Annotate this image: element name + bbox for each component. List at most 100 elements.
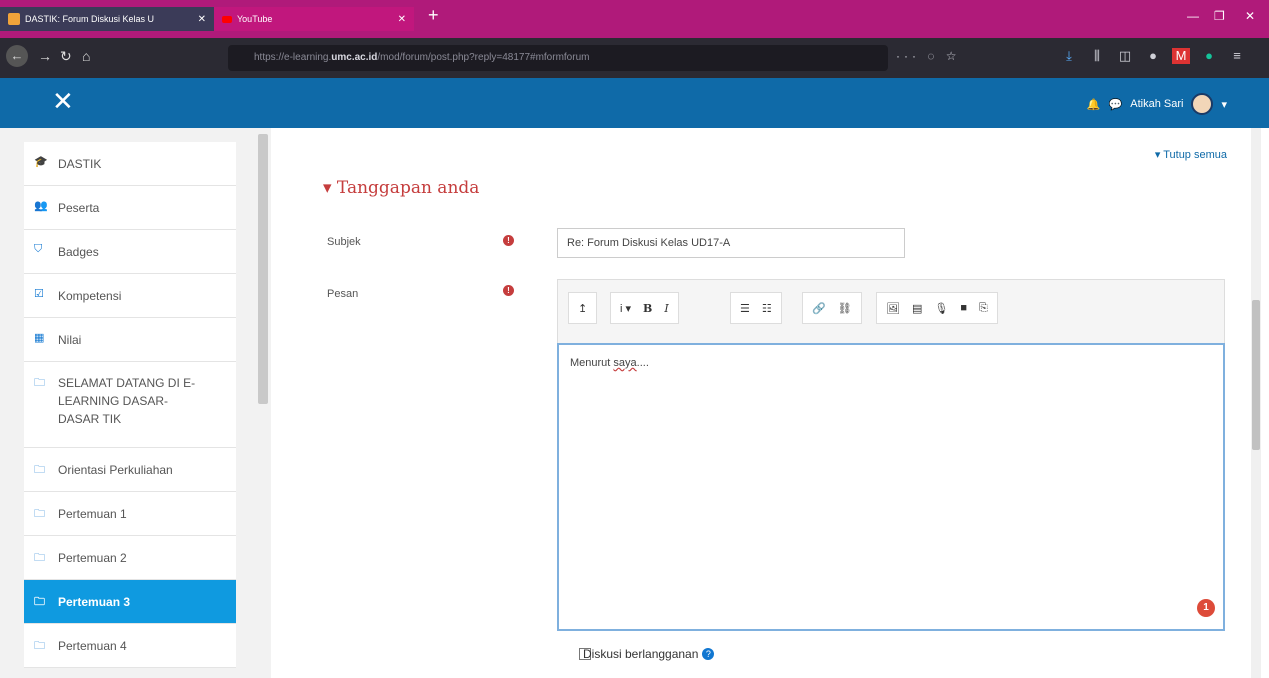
sidebar-item-selamat-datang[interactable]: 🗀 SELAMAT DATANG DI E-LEARNING DASAR-DASA…: [24, 362, 236, 448]
folder-icon: 🗀: [34, 552, 45, 564]
close-window-icon[interactable]: ✕: [1245, 9, 1255, 23]
video-icon[interactable]: ■: [960, 302, 967, 314]
tab-youtube[interactable]: YouTube ✕: [214, 7, 414, 31]
page-actions[interactable]: ··· ◌ ☆: [896, 49, 961, 63]
help-icon[interactable]: ?: [702, 648, 715, 660]
sidebar-item-label: DASTIK: [58, 157, 102, 171]
sidebar-item-badges[interactable]: ⛉ Badges: [24, 230, 236, 274]
close-drawer-button[interactable]: ✕: [52, 86, 74, 116]
sidebar-item-kompetensi[interactable]: ☑ Kompetensi: [24, 274, 236, 318]
sidebar-item-label: Pertemuan 3: [58, 595, 131, 609]
browser-tab-bar: DASTIK: Forum Diskusi Kelas U ✕ YouTube …: [0, 0, 1269, 38]
ordered-list-icon[interactable]: ☷: [762, 302, 772, 315]
sidebar-item-label: Nilai: [58, 333, 82, 347]
course-nav-list: 🎓 DASTIK 👥 Peserta ⛉ Badges ☑ Kompetensi ▦ Ni…: [24, 142, 236, 668]
users-icon: 👥: [34, 200, 48, 212]
message-text: Menurut: [570, 357, 614, 369]
address-bar[interactable]: https://e-learning.umc.ac.id/mod/forum/p…: [228, 45, 888, 71]
message-label: Pesan: [327, 288, 359, 300]
table-icon: ▦: [34, 332, 45, 344]
grammar-badge[interactable]: 1: [1197, 599, 1215, 617]
sidebar-item-peserta[interactable]: 👥 Peserta: [24, 186, 236, 230]
folder-icon: 🗀: [34, 640, 45, 652]
folder-icon: 🗀: [34, 464, 45, 476]
nav-drawer: 🎓 DASTIK 👥 Peserta ⛉ Badges ☑ Kompetensi ▦ Ni…: [0, 128, 271, 678]
moodle-favicon-icon: [8, 13, 20, 25]
required-icon: !: [503, 235, 514, 246]
extension-icon[interactable]: ●: [1144, 48, 1162, 64]
reload-icon[interactable]: ↻: [60, 48, 72, 65]
unordered-list-icon[interactable]: ☰: [740, 302, 750, 315]
menu-icon[interactable]: ≡: [1228, 48, 1246, 64]
new-tab-button[interactable]: +: [428, 5, 439, 26]
italic-icon[interactable]: I: [664, 302, 668, 315]
graduation-cap-icon: 🎓: [34, 156, 48, 168]
url-domain: umc.ac.id: [331, 52, 378, 63]
sidebar-scrollbar[interactable]: [258, 134, 268, 404]
subject-input[interactable]: Re: Forum Diskusi Kelas UD17-A: [557, 228, 905, 258]
site-header: [0, 78, 1269, 128]
tab-dastik[interactable]: DASTIK: Forum Diskusi Kelas U ✕: [0, 7, 214, 31]
folder-icon: 🗀: [34, 508, 45, 520]
chevron-down-icon[interactable]: ▾: [1221, 98, 1227, 111]
home-icon[interactable]: ⌂: [82, 48, 90, 64]
sidebar-item-label: Pertemuan 1: [58, 507, 127, 521]
section-title[interactable]: ▾ Tanggapan anda: [323, 178, 479, 198]
sidebar-item-label: Peserta: [58, 201, 100, 215]
notification-icon[interactable]: 🔔: [1087, 98, 1101, 111]
maximize-icon[interactable]: ❐: [1214, 9, 1225, 23]
media-icon[interactable]: ▤: [912, 302, 922, 315]
collapse-all-link[interactable]: ▾ Tutup semua: [1155, 148, 1227, 161]
sidebar-item-label: Pertemuan 2: [58, 551, 127, 565]
subscribe-label[interactable]: Diskusi berlangganan: [583, 647, 698, 661]
sidebar-icon[interactable]: ◫: [1116, 48, 1134, 64]
download-icon[interactable]: ⤓: [1060, 48, 1078, 64]
image-icon[interactable]: 🖼: [886, 302, 900, 315]
sidebar-item-label: Pertemuan 4: [58, 639, 127, 653]
misspelled-word: saya: [613, 357, 637, 369]
scrollbar-thumb[interactable]: [1252, 300, 1260, 450]
unlink-icon[interactable]: ⛓: [838, 302, 852, 315]
forward-icon[interactable]: →: [38, 48, 52, 64]
sidebar-item-label: Badges: [58, 245, 99, 259]
sidebar-item-pertemuan-4[interactable]: 🗀 Pertemuan 4: [24, 624, 236, 668]
sidebar-item-orientasi[interactable]: 🗀 Orientasi Perkuliahan: [24, 448, 236, 492]
minimize-icon[interactable]: —: [1187, 9, 1199, 23]
folder-icon: 🗀: [34, 377, 45, 389]
folder-icon: 🗀: [34, 596, 45, 608]
mendeley-icon[interactable]: M: [1172, 48, 1190, 64]
close-tab-icon[interactable]: ✕: [198, 14, 206, 25]
browser-toolbar: ← → ↻ ⌂ https://e-learning.umc.ac.id/mod…: [0, 38, 1269, 78]
sidebar-item-pertemuan-1[interactable]: 🗀 Pertemuan 1: [24, 492, 236, 536]
page-scrollbar[interactable]: [1251, 128, 1261, 678]
microphone-icon[interactable]: 🎙: [934, 302, 948, 315]
back-icon[interactable]: ←: [6, 45, 28, 67]
manage-files-icon[interactable]: ⎘: [979, 302, 988, 315]
user-name[interactable]: Atikah Sari: [1130, 98, 1183, 110]
browser-extensions: ⤓ ⫼ ◫ ● M ● ≡: [1060, 48, 1246, 64]
collapse-toolbar-icon[interactable]: ↥: [578, 302, 587, 315]
sidebar-item-pertemuan-3[interactable]: 🗀 Pertemuan 3: [24, 580, 236, 624]
sidebar-item-label: SELAMAT DATANG DI E-LEARNING DASAR-DASAR…: [58, 376, 196, 426]
sidebar-item-label: Orientasi Perkuliahan: [58, 463, 173, 477]
message-text-suffix: ....: [636, 357, 649, 369]
message-icon[interactable]: 💬: [1109, 98, 1123, 111]
message-editor[interactable]: Menurut saya.... 1: [557, 343, 1225, 631]
sidebar-item-pertemuan-2[interactable]: 🗀 Pertemuan 2: [24, 536, 236, 580]
toolbar-group-media: 🖼 ▤ 🎙 ■ ⎘: [876, 292, 998, 324]
sidebar-item-nilai[interactable]: ▦ Nilai: [24, 318, 236, 362]
avatar[interactable]: [1191, 93, 1214, 115]
subject-label: Subjek: [327, 236, 361, 248]
sidebar-item-dastik[interactable]: 🎓 DASTIK: [24, 142, 236, 186]
paragraph-style-icon[interactable]: i ▾: [620, 302, 631, 315]
shield-icon: ⛉: [34, 243, 43, 255]
tab-label: YouTube: [237, 14, 273, 24]
link-icon[interactable]: 🔗: [812, 302, 826, 315]
check-square-icon: ☑: [34, 288, 44, 300]
close-tab-icon[interactable]: ✕: [398, 14, 406, 25]
grammarly-icon[interactable]: ●: [1200, 48, 1218, 64]
library-icon[interactable]: ⫼: [1088, 48, 1106, 64]
toolbar-group-collapse: ↥: [568, 292, 598, 324]
bold-icon[interactable]: B: [643, 302, 652, 315]
user-menu[interactable]: 🔔 💬 Atikah Sari ▾: [1087, 93, 1227, 115]
